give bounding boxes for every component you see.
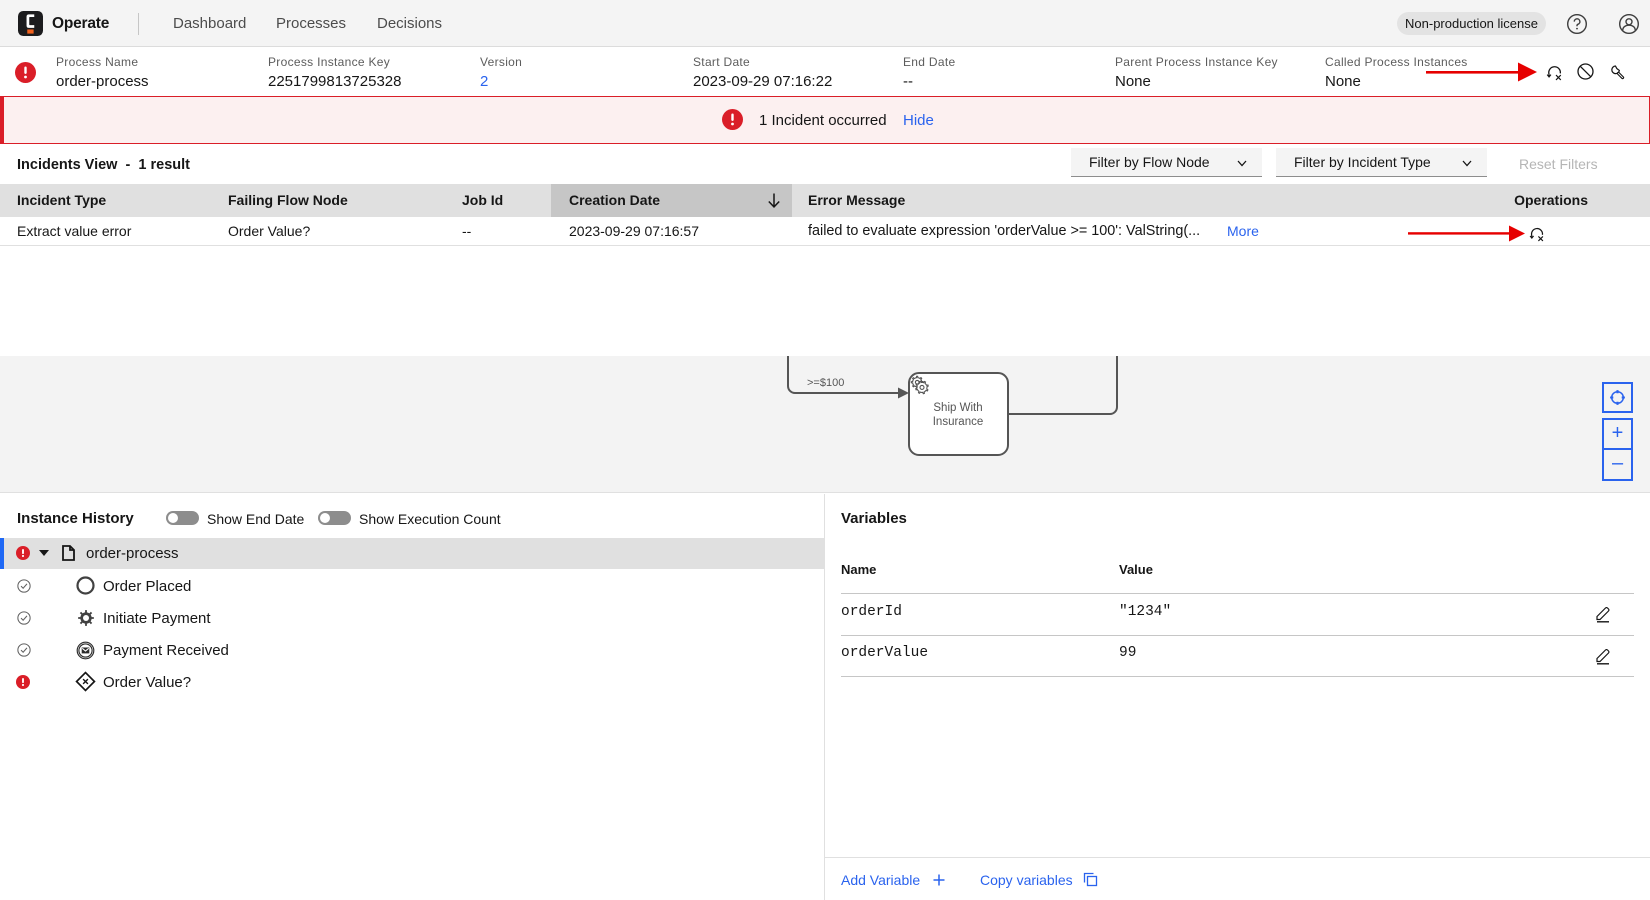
svg-text:Ship With: Ship With <box>933 402 982 414</box>
svg-text:Insurance: Insurance <box>933 416 984 428</box>
svg-text:>=$100: >=$100 <box>807 377 844 389</box>
